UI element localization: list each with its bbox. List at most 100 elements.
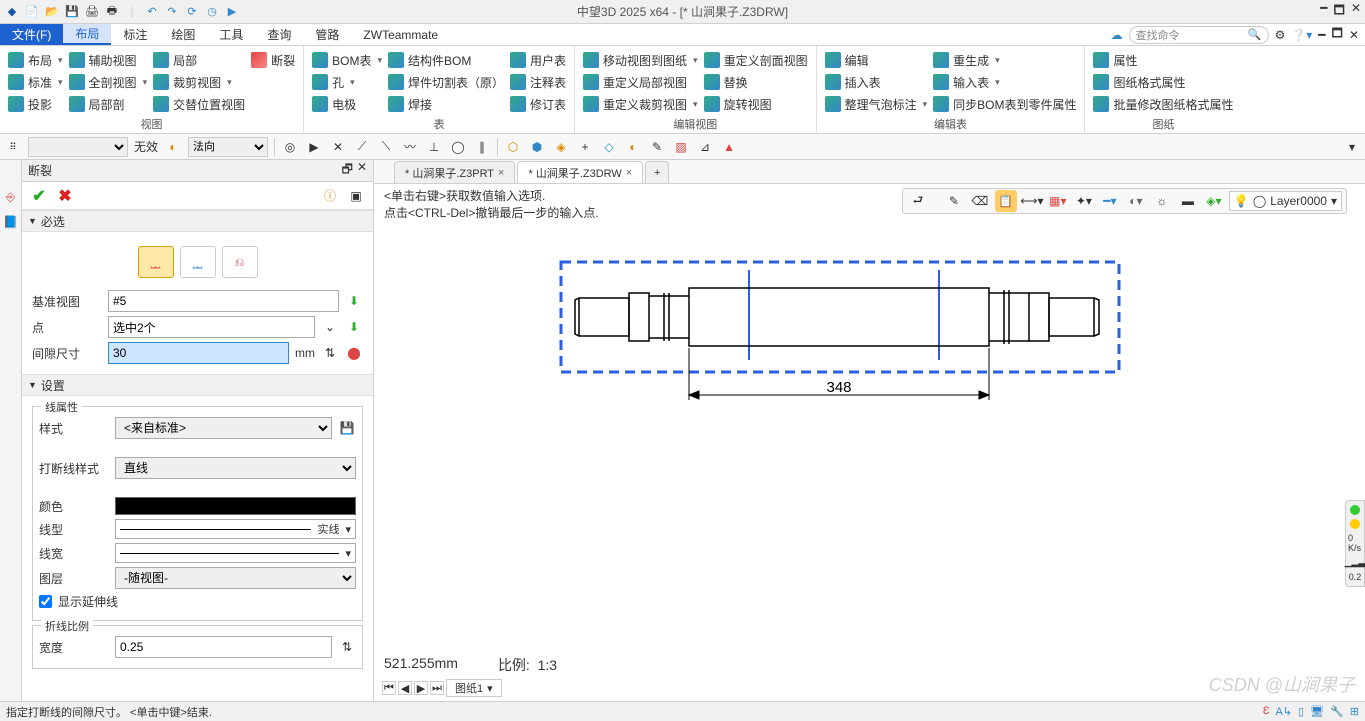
ritem-hole[interactable]: 孔▾ [312, 72, 382, 92]
ritem-edit[interactable]: 编辑 [825, 50, 928, 70]
tab-query[interactable]: 查询 [255, 24, 303, 45]
section-required[interactable]: ▼必选 [22, 210, 373, 232]
tb-ic-e[interactable]: ⟍ [377, 138, 395, 156]
ritem-inserttable[interactable]: 插入表 [825, 72, 928, 92]
tb-ic-n[interactable]: ◇ [600, 138, 618, 156]
style-select[interactable]: <来自标准> [115, 417, 332, 439]
ritem-rotateview[interactable]: 旋转视图 [704, 94, 808, 114]
close2-icon[interactable]: ✕ [1349, 28, 1359, 42]
ritem-replace[interactable]: 替换 [704, 72, 808, 92]
section-settings[interactable]: ▼设置 [22, 374, 373, 396]
color-swatch[interactable] [115, 497, 356, 515]
sb-icon-d[interactable]: 🖥 [1310, 705, 1324, 718]
ritem-weldcut[interactable]: 焊件切割表（原） [388, 72, 504, 92]
close-tab-icon[interactable]: × [498, 167, 504, 179]
spinner2-icon[interactable]: ⇅ [338, 638, 356, 656]
ritem-sheetfmtprops[interactable]: 图纸格式属性 [1093, 72, 1233, 92]
nav-first-icon[interactable]: ⏮ [382, 681, 396, 695]
tab-pipe[interactable]: 管路 [303, 24, 351, 45]
tb-ic-q[interactable]: ▨ [672, 138, 690, 156]
tab-tools[interactable]: 工具 [207, 24, 255, 45]
tb-ic-s[interactable]: ▲ [720, 138, 738, 156]
showext-checkbox[interactable] [39, 595, 52, 608]
breakstyle-select[interactable]: 直线 [115, 457, 356, 479]
tb-ic-c[interactable]: ✕ [329, 138, 347, 156]
open-icon[interactable]: 📂 [44, 4, 60, 20]
tb-ic-h[interactable]: ◯ [449, 138, 467, 156]
tb-filter-icon[interactable]: ፧፧ [4, 138, 22, 156]
save-icon[interactable]: 💾 [64, 4, 80, 20]
side-book-icon[interactable]: 📘 [3, 215, 18, 229]
spinner-icon[interactable]: ⇅ [321, 344, 339, 362]
ritem-props[interactable]: 属性 [1093, 50, 1233, 70]
tb-ic-j[interactable]: ⬡ [504, 138, 522, 156]
break-opt-3[interactable]: ⎌ [222, 246, 258, 278]
ritem-altpos[interactable]: 交替位置视图 [153, 94, 245, 114]
drawing-view[interactable]: 348 [559, 260, 1139, 440]
expand-icon[interactable]: ▣ [345, 185, 367, 207]
tb-select2[interactable]: 法向 [188, 137, 268, 157]
cv-pencil-icon[interactable]: ✎ [943, 190, 965, 212]
ritem-redefsection[interactable]: 重定义剖面视图 [704, 50, 808, 70]
ritem-crop[interactable]: 裁剪视图▾ [153, 72, 245, 92]
ritem-local[interactable]: 局部 [153, 50, 245, 70]
nav-next-icon[interactable]: ▶ [414, 681, 428, 695]
tb-ic-b[interactable]: ▶ [305, 138, 323, 156]
ritem-syncbom[interactable]: 同步BOM表到零件属性 [933, 94, 1076, 114]
tb-ic-o[interactable]: ◐ [624, 138, 642, 156]
ritem-aux[interactable]: 辅助视图 [69, 50, 148, 70]
linetype-select[interactable]: 实线▾ [115, 519, 356, 539]
tb-ic-d[interactable]: ⟋ [353, 138, 371, 156]
tb-ic-p[interactable]: ✎ [648, 138, 666, 156]
sheet-tab[interactable]: 图纸1▾ [446, 679, 502, 697]
cancel-button[interactable]: ✖ [54, 185, 76, 207]
min2-icon[interactable]: ━ [1318, 28, 1325, 42]
panel-restore-icon[interactable]: 🗗 [342, 160, 353, 181]
pick2-icon[interactable]: ⬇ [345, 318, 363, 336]
ritem-structbom[interactable]: 结构件BOM [388, 50, 504, 70]
max2-icon[interactable]: 🗖 [1332, 24, 1343, 45]
tb-ic-f[interactable]: 〰 [401, 138, 419, 156]
tab-file[interactable]: 文件(F) [0, 24, 63, 45]
tb-ic-r[interactable]: ⊿ [696, 138, 714, 156]
minimize-icon[interactable]: ━ [1320, 1, 1327, 22]
break-opt-1[interactable]: ⎵⎵ [138, 246, 174, 278]
cloud-icon[interactable]: ☁ [1111, 28, 1123, 42]
cv-lline-icon[interactable]: ━▾ [1099, 190, 1121, 212]
tb-ic-g[interactable]: ⊥ [425, 138, 443, 156]
ritem-usertable[interactable]: 用户表 [510, 50, 566, 70]
tb-ic-k[interactable]: ⬢ [528, 138, 546, 156]
tb-ic-m[interactable]: + [576, 138, 594, 156]
ritem-layout[interactable]: 布局▾ [8, 50, 63, 70]
ritem-bom[interactable]: BOM表▾ [312, 50, 382, 70]
panel-close-icon[interactable]: ✕ [357, 160, 367, 181]
close-tab-icon[interactable]: × [626, 167, 632, 179]
save-style-icon[interactable]: 💾 [338, 419, 356, 437]
ritem-electrode[interactable]: 电极 [312, 94, 382, 114]
ritem-project[interactable]: 投影 [8, 94, 63, 114]
ritem-break[interactable]: 断裂 [251, 50, 295, 70]
tab-layout[interactable]: 布局 [63, 24, 111, 45]
cv-shade-icon[interactable]: ◐▾ [1125, 190, 1147, 212]
layer-combo[interactable]: 💡 ◯ Layer0000 ▾ [1229, 191, 1342, 211]
doc-tab-drw[interactable]: * 山涧果子.Z3DRW× [517, 161, 643, 183]
tab-teammate[interactable]: ZWTeammate [351, 24, 450, 45]
side-break-icon[interactable]: ⎆ [6, 190, 16, 205]
panel-scroll[interactable]: ▼必选 ⎵⎵ ⎵⎵ ⎌ 基准视图 ⬇ 点 ⌄ ⬇ [22, 210, 373, 701]
ritem-regen[interactable]: 重生成▾ [933, 50, 1076, 70]
ritem-standard[interactable]: 标准▾ [8, 72, 63, 92]
tb-expand-icon[interactable]: ▾ [1343, 138, 1361, 156]
ritem-localsection[interactable]: 局部剖 [69, 94, 148, 114]
sb-icon-a[interactable]: Ɛ [1263, 705, 1270, 718]
ritem-inputtable[interactable]: 输入表▾ [933, 72, 1076, 92]
tb-ic-i[interactable]: ∥ [473, 138, 491, 156]
sb-icon-e[interactable]: 🔧 [1330, 705, 1344, 718]
ritem-balloon[interactable]: 整理气泡标注▾ [825, 94, 928, 114]
cv-axis-icon[interactable]: ✦▾ [1073, 190, 1095, 212]
network-indicator[interactable]: 0 K/s ▁▂▃ 0.2 [1345, 500, 1365, 587]
cv-grid-icon[interactable]: ▦▾ [1047, 190, 1069, 212]
ok-button[interactable]: ✔ [28, 185, 50, 207]
tab-draw[interactable]: 绘图 [159, 24, 207, 45]
config-icon[interactable]: ◷ [204, 4, 220, 20]
ritem-redeflocal[interactable]: 重定义局部视图 [583, 72, 698, 92]
